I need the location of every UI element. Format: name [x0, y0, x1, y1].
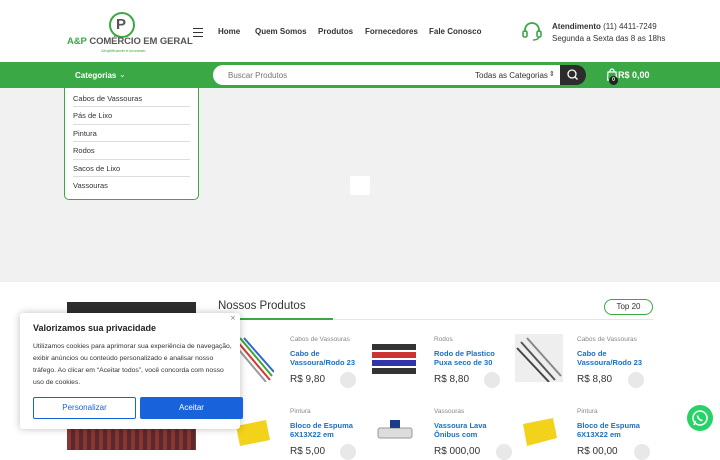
- contact-label: Atendimento: [552, 22, 601, 31]
- product-image: [372, 344, 416, 374]
- contact-phone[interactable]: (11) 4411-7249: [603, 22, 657, 31]
- menu-icon[interactable]: [193, 28, 203, 37]
- add-to-cart-icon[interactable]: [634, 444, 650, 460]
- add-to-cart-icon[interactable]: [496, 444, 512, 460]
- product-name[interactable]: Vassoura Lava Ônibus com: [434, 421, 504, 439]
- product-image: [515, 334, 563, 382]
- contact-hours: Segunda a Sexta das 8 as 18hs: [552, 34, 666, 43]
- site-header: P A&P COMÉRCIO EM GERAL Simplificando e …: [0, 0, 720, 62]
- nav-home[interactable]: Home: [218, 27, 240, 36]
- categories-toggle[interactable]: Categorias: [75, 71, 116, 80]
- banner-image: [67, 428, 196, 450]
- cart-total[interactable]: R$ 0,00: [618, 70, 650, 80]
- product-price: R$ 9,80: [290, 374, 326, 385]
- nav-fornecedores[interactable]: Fornecedores: [365, 27, 418, 36]
- logo-tagline: Simplificando e inovando: [101, 48, 146, 53]
- logo-mark-letter: P: [116, 16, 127, 33]
- logo-mark-icon: P: [109, 12, 135, 38]
- accept-button[interactable]: Aceitar: [140, 397, 243, 419]
- logo-name: A&P COMÉRCIO EM GERAL: [67, 36, 193, 47]
- product-price: R$ 000,00: [434, 446, 481, 457]
- cookie-text: Utilizamos cookies para aprimorar sua ex…: [33, 343, 232, 386]
- customize-button[interactable]: Personalizar: [33, 397, 136, 419]
- contact-info: Atendimento (11) 4411-7249 Segunda a Sex…: [552, 21, 665, 45]
- logo-name-part2: COMÉRCIO EM GERAL: [89, 36, 193, 47]
- search-box: Todas as Categorias ⇕: [213, 65, 560, 85]
- category-item-pintura[interactable]: Pintura: [73, 125, 190, 143]
- add-to-cart-icon[interactable]: [628, 372, 644, 388]
- section-title: Nossos Produtos: [218, 300, 306, 312]
- product-category[interactable]: Vassouras: [434, 408, 464, 415]
- whatsapp-icon: [692, 410, 708, 426]
- close-icon[interactable]: ×: [230, 314, 236, 322]
- product-category[interactable]: Pintura: [577, 408, 598, 415]
- loading-spinner: [350, 176, 370, 195]
- cart-count-badge: 0: [609, 76, 618, 85]
- category-item-sacos[interactable]: Sacos de Lixo: [73, 160, 190, 177]
- search-input[interactable]: [228, 71, 448, 80]
- nav-produtos[interactable]: Produtos: [318, 27, 353, 36]
- whatsapp-button[interactable]: [687, 405, 713, 431]
- chevron-down-icon[interactable]: ⌄: [119, 70, 126, 79]
- product-name[interactable]: Bloco de Espuma 6X13X22 em: [290, 421, 360, 439]
- add-to-cart-icon[interactable]: [484, 372, 500, 388]
- product-category[interactable]: Cabos de Vassouras: [290, 336, 350, 343]
- product-name[interactable]: Rodo de Plastico Puxa seco de 30: [434, 349, 504, 367]
- cookie-title: Valorizamos sua privacidade: [33, 323, 157, 333]
- product-name[interactable]: Bloco de Espuma 6X13X22 em: [577, 421, 647, 439]
- category-item-rodos[interactable]: Rodos: [73, 142, 190, 160]
- logo-name-part1: A&P: [67, 36, 87, 47]
- product-category[interactable]: Pintura: [290, 408, 311, 415]
- product-name[interactable]: Cabo de Vassoura/Rodo 23: [577, 349, 647, 367]
- select-arrows-icon: ⇕: [549, 70, 555, 78]
- categories-dropdown: Cabos de Vassouras Pás de Lixo Pintura R…: [64, 88, 199, 200]
- cookie-consent-dialog: × Valorizamos sua privacidade Utilizamos…: [20, 313, 243, 429]
- product-category[interactable]: Cabos de Vassouras: [577, 336, 637, 343]
- category-item-pas[interactable]: Pás de Lixo: [73, 107, 190, 125]
- headset-icon: [522, 22, 542, 41]
- search-icon: [567, 69, 578, 80]
- product-price: R$ 5,00: [290, 446, 326, 457]
- product-category[interactable]: Rodos: [434, 336, 453, 343]
- top20-tab[interactable]: Top 20: [604, 299, 653, 315]
- add-to-cart-icon[interactable]: [340, 444, 356, 460]
- search-button[interactable]: [560, 65, 586, 85]
- product-price: R$ 8,80: [577, 374, 613, 385]
- add-to-cart-icon[interactable]: [340, 372, 356, 388]
- product-image: [523, 418, 557, 446]
- category-select[interactable]: Todas as Categorias: [475, 71, 548, 80]
- product-image: [377, 420, 413, 439]
- site-logo[interactable]: P A&P COMÉRCIO EM GERAL Simplificando e …: [67, 12, 193, 54]
- product-price: R$ 8,80: [434, 374, 470, 385]
- nav-quem-somos[interactable]: Quem Somos: [255, 27, 307, 36]
- category-item-vassouras[interactable]: Vassouras: [73, 177, 190, 194]
- product-name[interactable]: Cabo de Vassoura/Rodo 23: [290, 349, 360, 367]
- product-price: R$ 00,00: [577, 446, 618, 457]
- category-search-bar: Categorias ⌄ Todas as Categorias ⇕ 0 R$ …: [0, 62, 720, 88]
- category-item-cabos[interactable]: Cabos de Vassouras: [73, 90, 190, 108]
- nav-fale-conosco[interactable]: Fale Conosco: [429, 27, 481, 36]
